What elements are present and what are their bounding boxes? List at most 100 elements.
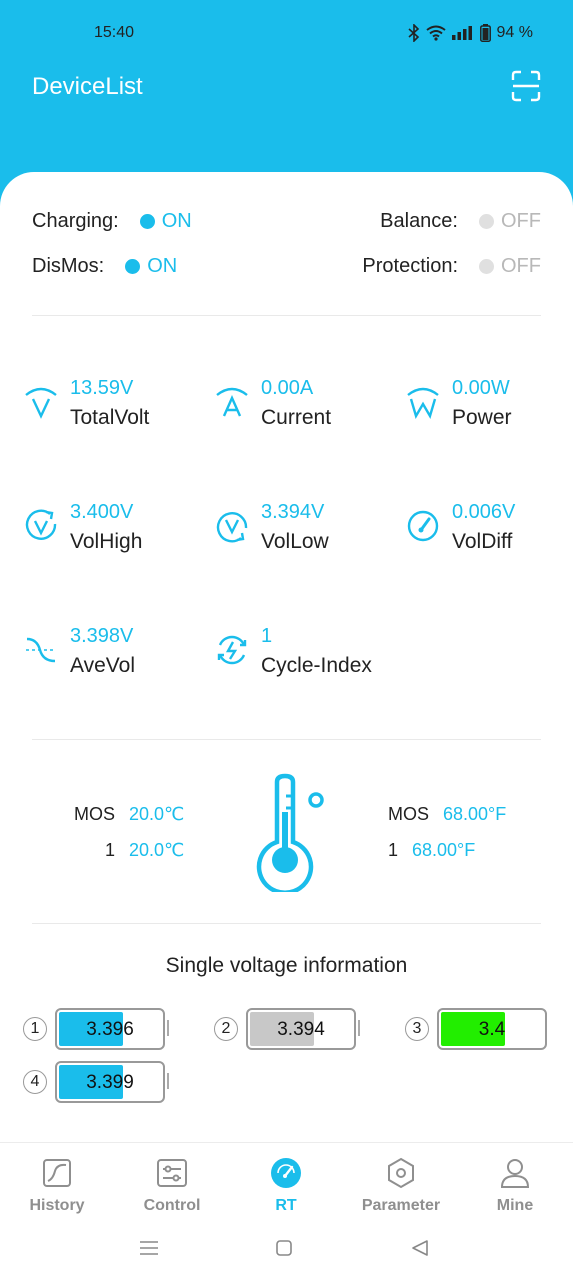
balance-status: Balance: OFF [380,210,541,233]
metric-volhigh: 3.400V VolHigh [24,501,194,571]
bottom-tab-bar: History Control RT Parameter Mine [0,1142,573,1222]
tab-history[interactable]: History [7,1157,107,1215]
metric-avevol: 3.398V AveVol [24,625,194,695]
temp-celsius-1: 1 20.0℃ [105,840,184,861]
single-voltage-title: Single voltage information [165,954,408,977]
tab-control[interactable]: Control [122,1157,222,1215]
scan-button[interactable] [511,70,541,102]
dismos-label: DisMos: [32,255,105,277]
metric-label: VolDiff [452,530,513,553]
tab-rt[interactable]: RT [236,1157,336,1215]
metric-label: Power [452,406,512,429]
temp-key: 1 [388,840,399,860]
status-time: 15:40 [94,24,135,41]
cell-value: 3.399 [86,1072,134,1093]
temp-key: 1 [105,840,116,860]
cell-index: 3 [405,1017,429,1041]
tab-parameter[interactable]: Parameter [351,1157,451,1215]
balance-indicator [479,214,494,229]
temp-celsius-mos: MOS 20.0℃ [74,804,184,825]
protection-indicator [479,259,494,274]
menu-icon[interactable] [140,1240,158,1256]
metric-value: 0.00W [452,377,510,399]
control-sliders-icon [157,1159,187,1187]
bluetooth-icon [407,24,419,42]
voltage-high-icon [25,509,57,540]
cell-battery-bar: 3.396 [55,1008,165,1050]
dismos-value: ON [147,255,178,277]
status-bar: 15:40 94 % [0,22,573,44]
current-icon [216,387,248,417]
tab-label: Parameter [361,1197,441,1214]
average-icon [26,637,56,663]
battery-tip [167,1073,169,1089]
battery-percent: 94 % [496,24,533,41]
cell-index: 4 [23,1070,47,1094]
temp-value: 20.0℃ [129,804,185,824]
divider [32,315,541,316]
metric-voldiff: 0.006V VolDiff [406,501,573,571]
cell-index: 1 [23,1017,47,1041]
balance-label: Balance: [380,210,458,232]
metric-label: Current [261,406,332,429]
metric-value: 0.00A [261,377,314,399]
divider [32,923,541,924]
cell-value: 3.396 [86,1019,134,1040]
tab-mine[interactable]: Mine [465,1157,565,1215]
protection-status: Protection: OFF [362,255,541,278]
metric-current: 0.00A Current [215,377,385,447]
metric-power: 0.00W Power [406,377,573,447]
protection-value: OFF [501,255,541,277]
cell-battery-bar: 3.4 [437,1008,547,1050]
metric-label: VolHigh [70,530,143,553]
battery-tip [167,1020,169,1036]
gauge-icon [407,510,439,542]
content-card: Charging: ON Balance: OFF DisMos: ON Pro… [0,172,573,1142]
page-title: DeviceList [32,73,143,100]
protection-label: Protection: [362,255,458,277]
charging-label: Charging: [32,210,119,232]
metric-label: TotalVolt [70,406,150,429]
history-chart-icon [43,1159,71,1187]
parameter-hex-icon [388,1157,414,1189]
temp-value: 68.00°F [412,840,476,860]
cell-index: 2 [214,1017,238,1041]
metric-value: 3.398V [70,625,134,647]
battery-tip [358,1020,360,1036]
voltage-icon [25,387,57,419]
temp-fahrenheit-mos: MOS 68.00°F [388,804,506,825]
status-icons: 94 % [407,24,533,42]
metric-value: 3.400V [70,501,134,523]
temp-fahrenheit-1: 1 68.00°F [388,840,475,861]
metric-value: 0.006V [452,501,516,523]
charging-value: ON [161,210,192,232]
cycle-icon [217,635,247,665]
battery-icon [479,24,491,42]
metric-totalvolt: 13.59V TotalVolt [24,377,194,447]
temp-key: MOS [388,804,430,824]
dismos-status: DisMos: ON [32,255,177,278]
charging-indicator [139,214,155,229]
metric-label: AveVol [70,654,135,677]
voltage-low-icon [216,512,248,543]
tab-label: Mine [496,1197,534,1214]
cell-battery-bar: 3.394 [246,1008,356,1050]
metric-value: 1 [261,625,273,647]
user-icon [500,1159,530,1188]
system-nav-bar [0,1222,573,1280]
home-icon[interactable] [276,1240,292,1256]
realtime-gauge-icon [271,1158,301,1188]
temp-value: 20.0℃ [129,840,185,860]
divider [32,739,541,740]
scan-icon [511,70,541,102]
wifi-icon [425,25,446,41]
cell-battery-bar: 3.399 [55,1061,165,1103]
back-icon[interactable] [411,1239,429,1257]
metric-value: 13.59V [70,377,134,399]
temp-key: MOS [74,804,116,824]
tab-label: RT [275,1197,297,1214]
tab-label: Control [143,1197,201,1214]
charging-status: Charging: ON [32,210,192,233]
tab-label: History [29,1197,85,1214]
thermometer-icon [256,773,324,892]
